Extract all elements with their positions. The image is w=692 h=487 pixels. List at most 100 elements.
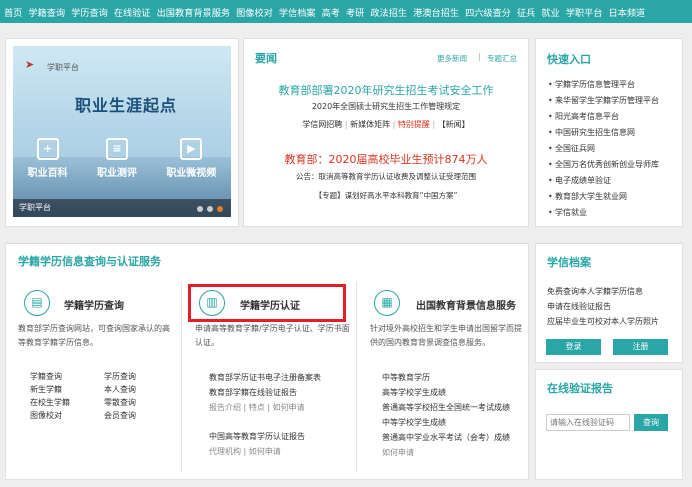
- archive-line: 应届毕业生可校对本人学历照片: [547, 317, 659, 326]
- query-link[interactable]: 零散查询: [104, 397, 178, 408]
- abroad-link[interactable]: 如何申请: [382, 445, 527, 460]
- news-line-3[interactable]: 【专题】谋划好高水平本科教育“中国方案”: [250, 190, 522, 201]
- banner-carousel[interactable]: ➤ 学职平台 职业生涯起点 + 职业百科 ≡ 职业测评 ▶ 职业微视频 学职平台: [13, 46, 231, 217]
- quick-entry-item[interactable]: 全国万名优秀创新创业导师库: [548, 157, 680, 173]
- archive-title: 学信档案: [547, 256, 591, 269]
- query-link[interactable]: 会员查询: [104, 410, 178, 421]
- highlight-box: [188, 284, 346, 322]
- auth-link-agents[interactable]: 代理机构 | 如何申请: [209, 444, 354, 459]
- nav-item[interactable]: 首页: [4, 5, 22, 19]
- banner-item-encyclopedia[interactable]: + 职业百科: [28, 138, 68, 179]
- quick-entry-title: 快速入口: [547, 53, 591, 66]
- carousel-dot-active[interactable]: [217, 206, 223, 212]
- archive-lines: 免费查询本人学籍学历信息 申请在线验证报告 应届毕业生可校对本人学历照片: [547, 284, 681, 329]
- banner-items: + 职业百科 ≡ 职业测评 ▶ 职业微视频: [13, 138, 231, 179]
- services-title: 学籍学历信息查询与认证服务: [18, 255, 161, 268]
- nav-item[interactable]: 就业: [541, 5, 559, 19]
- quick-entry-item[interactable]: 阳光高考信息平台: [548, 109, 680, 125]
- divider: [181, 282, 182, 472]
- quick-entry-item[interactable]: 来华留学生学籍学历管理平台: [548, 93, 680, 109]
- nav-item[interactable]: 图像校对: [236, 5, 273, 19]
- nav-item[interactable]: 学历查询: [71, 5, 108, 19]
- quick-entry-item[interactable]: 学信就业: [548, 205, 680, 221]
- quick-entry-item[interactable]: 教育部大学生就业网: [548, 189, 680, 205]
- archive-line: 免费查询本人学籍学历信息: [547, 287, 643, 296]
- divider: [356, 282, 357, 472]
- register-button[interactable]: 注册: [613, 339, 668, 355]
- banner-item-test[interactable]: ≡ 职业测评: [97, 138, 137, 179]
- abroad-link[interactable]: 普通高中学业水平考试（会考）成绩: [382, 430, 527, 445]
- abroad-link[interactable]: 高等学校学生成绩: [382, 385, 527, 400]
- abroad-title[interactable]: 出国教育背景信息服务: [416, 297, 516, 312]
- abroad-desc: 针对境外高校招生和学生申请出国留学而提供的国内教育背景调查信息服务。: [370, 324, 522, 347]
- nav-item[interactable]: 日本频道: [609, 5, 646, 19]
- auth-links: 教育部学历证书电子注册备案表 教育部学籍在线验证报告 报告介绍 | 特点 | 如…: [209, 370, 354, 459]
- book-icon: ▦: [374, 290, 400, 316]
- archive-line: 申请在线验证报告: [547, 302, 611, 311]
- query-link[interactable]: 图像校对: [30, 410, 104, 421]
- verify-search-button[interactable]: 查询: [634, 414, 668, 431]
- quick-entry-item[interactable]: 全国征兵网: [548, 141, 680, 157]
- nav-item[interactable]: 学信档案: [279, 5, 316, 19]
- abroad-links: 中等教育学历 高等学校学生成绩 普通高等学校招生全国统一考试成绩 中等学校学生成绩 普通…: [382, 370, 527, 460]
- nav-item[interactable]: 学籍查询: [28, 5, 65, 19]
- news-link-media[interactable]: 新媒体矩阵: [350, 120, 390, 129]
- banner-headline: 职业生涯起点: [75, 96, 178, 115]
- nav-item[interactable]: 政法招生: [370, 5, 407, 19]
- nav-item[interactable]: 港澳台招生: [413, 5, 459, 19]
- news-more-link[interactable]: 更多新闻: [437, 53, 467, 64]
- news-links: 学信网招聘 | 新媒体矩阵 | 特别提醒 | 【新闻】: [302, 120, 470, 129]
- login-button[interactable]: 登录: [546, 339, 601, 355]
- quick-entry-item[interactable]: 学籍学历信息管理平台: [548, 77, 680, 93]
- banner-logo: ➤: [25, 58, 35, 71]
- news-line-1[interactable]: 2020年全国硕士研究生招生工作管理规定: [250, 101, 522, 112]
- top-navigation: 首页 学籍查询 学历查询 在线验证 出国教育背景服务 图像校对 学信档案 高考 考研 政法招生 港澳…: [0, 0, 692, 23]
- plus-icon: +: [36, 138, 59, 160]
- query-desc: 教育部学历查询网站，可查询国家承认的高等教育学籍学历信息。: [18, 324, 170, 347]
- auth-link-registration[interactable]: 教育部学历证书电子注册备案表: [209, 370, 354, 385]
- id-card-icon: ▤: [24, 290, 50, 316]
- carousel-dots: [197, 206, 223, 212]
- news-link-alert[interactable]: 特别提醒: [398, 120, 430, 129]
- abroad-link[interactable]: 普通高等学校招生全国统一考试成绩: [382, 400, 527, 415]
- query-links: 学籍查询 学历查询 新生学籍 本人查询 在校生学籍 零散查询 图像校对 会员查询: [30, 371, 178, 421]
- query-link[interactable]: 新生学籍: [30, 384, 104, 395]
- news-separator: |: [478, 52, 481, 61]
- news-headline-1[interactable]: 教育部部署2020年研究生招生考试安全工作: [250, 82, 522, 98]
- quick-entry-list: 学籍学历信息管理平台来华留学生学籍学历管理平台阳光高考信息平台中国研究生招生信息…: [548, 77, 680, 221]
- nav-item[interactable]: 在线验证: [114, 5, 151, 19]
- verify-title: 在线验证报告: [547, 382, 613, 395]
- nav-item[interactable]: 征兵: [517, 5, 535, 19]
- carousel-dot[interactable]: [197, 206, 203, 212]
- abroad-link[interactable]: 中等教育学历: [382, 370, 527, 385]
- news-title: 要闻: [255, 52, 277, 65]
- auth-desc: 申请高等教育学籍/学历电子认证、学历书面认证。: [195, 324, 350, 347]
- banner-item-video[interactable]: ▶ 职业微视频: [166, 138, 216, 179]
- quick-entry-item[interactable]: 中国研究生招生信息网: [548, 125, 680, 141]
- banner-logo-text: 学职平台: [47, 63, 79, 72]
- query-link[interactable]: 学籍查询: [30, 371, 104, 382]
- quick-entry-item[interactable]: 电子成绩单验证: [548, 173, 680, 189]
- nav-item[interactable]: 四六级查分: [465, 5, 511, 19]
- auth-link-meta[interactable]: 报告介绍 | 特点 | 如何申请: [209, 400, 354, 415]
- nav-item[interactable]: 出国教育背景服务: [157, 5, 231, 19]
- news-special-link[interactable]: 专题汇总: [487, 53, 517, 64]
- nav-item[interactable]: 考研: [346, 5, 364, 19]
- news-line-2[interactable]: 公告：取消高等教育学历认证收费及调整认证受理范围: [250, 171, 522, 182]
- abroad-link[interactable]: 中等学校学生成绩: [382, 415, 527, 430]
- query-link[interactable]: 在校生学籍: [30, 397, 104, 408]
- auth-link-cert-report[interactable]: 中国高等教育学历认证报告: [209, 429, 354, 444]
- auth-link-verify-report[interactable]: 教育部学籍在线验证报告: [209, 385, 354, 400]
- news-link-recruit[interactable]: 学信网招聘: [302, 120, 342, 129]
- nav-item[interactable]: 学职平台: [566, 5, 603, 19]
- query-title[interactable]: 学籍学历查询: [64, 297, 124, 312]
- verify-code-input[interactable]: [546, 414, 630, 431]
- news-headline-2[interactable]: 教育部：2020届高校毕业生预计874万人: [250, 151, 522, 167]
- document-icon: ≡: [105, 138, 128, 160]
- carousel-dot[interactable]: [207, 206, 213, 212]
- query-link[interactable]: 学历查询: [104, 371, 178, 382]
- news-link-news[interactable]: 【新闻】: [438, 120, 470, 129]
- nav-item[interactable]: 高考: [322, 5, 340, 19]
- film-icon: ▶: [180, 138, 203, 160]
- query-link[interactable]: 本人查询: [104, 384, 178, 395]
